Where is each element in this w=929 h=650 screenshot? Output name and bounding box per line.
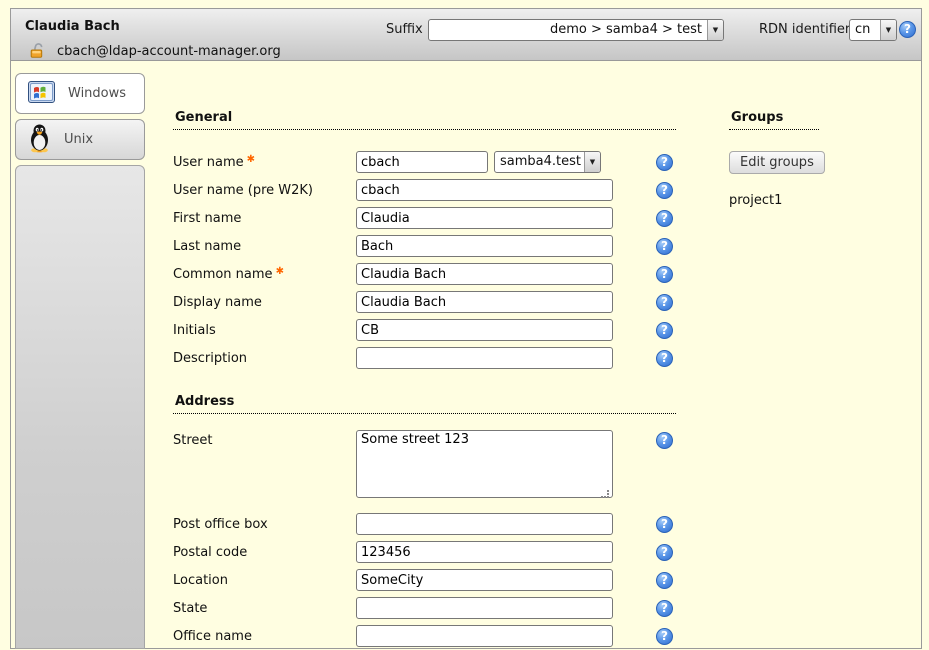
help-icon[interactable]: ? [656,628,673,645]
field-label: State [173,601,356,616]
rdn-identifier-label: RDN identifier [759,22,850,37]
unlocked-padlock-icon [29,42,46,63]
help-icon[interactable]: ? [656,600,673,617]
help-icon[interactable]: ? [656,432,673,449]
user-name-input[interactable] [356,151,488,173]
help-icon[interactable]: ? [656,266,673,283]
field-row-postal-code: Postal code ? [173,538,676,566]
body: Windows [11,62,921,648]
office-name-input[interactable] [356,625,613,647]
field-row-location: Location ? [173,566,676,594]
chevron-down-icon: ▼ [707,20,723,40]
windows-module-content: General User name✱ samba4.test ▼ ? User … [157,62,921,648]
account-dn: cbach@ldap-account-manager.org [57,44,281,59]
help-icon[interactable]: ? [656,350,673,367]
field-label: Last name [173,239,356,254]
help-icon[interactable]: ? [899,21,916,38]
common-name-input[interactable] [356,263,613,285]
field-label: Initials [173,323,356,338]
help-icon[interactable]: ? [656,210,673,227]
postal-code-input[interactable] [356,541,613,563]
field-row-common-name: Common name✱ ? [173,260,676,288]
help-icon[interactable]: ? [656,322,673,339]
help-icon[interactable]: ? [656,182,673,199]
tab-windows-label: Windows [68,86,126,101]
group-member: project1 [729,193,859,208]
field-row-office-name: Office name ? [173,622,676,650]
post-office-box-input[interactable] [356,513,613,535]
field-row-state: State ? [173,594,676,622]
windows-logo-icon [28,81,55,107]
initials-input[interactable] [356,319,613,341]
chevron-down-icon: ▼ [880,20,896,40]
help-icon[interactable]: ? [656,294,673,311]
suffix-label: Suffix [386,22,423,37]
help-icon[interactable]: ? [656,516,673,533]
display-name-input[interactable] [356,291,613,313]
account-title: Claudia Bach [25,19,120,34]
titlebar: Claudia Bach Suffix demo > samba4 > test… [11,9,921,61]
address-section-heading: Address [173,394,676,414]
field-row-display-name: Display name ? [173,288,676,316]
field-row-street: Street Some street 123 ? [173,430,676,510]
field-label: Location [173,573,356,588]
field-row-first-name: First name ? [173,204,676,232]
field-label: Office name [173,629,356,644]
street-textarea[interactable]: Some street 123 [356,430,613,498]
field-row-post-office-box: Post office box ? [173,510,676,538]
field-label: Common name✱ [173,266,356,282]
general-section-heading: General [173,110,676,130]
pre-w2k-input[interactable] [356,179,613,201]
rdn-select-value: cn [850,20,880,40]
field-label: Postal code [173,545,356,560]
help-icon[interactable]: ? [656,154,673,171]
tab-strip-filler [15,165,145,649]
help-icon[interactable]: ? [656,572,673,589]
last-name-input[interactable] [356,235,613,257]
field-row-user-name: User name✱ samba4.test ▼ ? [173,148,676,176]
tux-penguin-icon [28,123,51,157]
suffix-select-value: demo > samba4 > test [429,20,707,40]
help-icon[interactable]: ? [656,238,673,255]
rdn-select[interactable]: cn ▼ [849,19,897,41]
field-label: First name [173,211,356,226]
required-asterisk-icon: ✱ [247,154,255,165]
state-input[interactable] [356,597,613,619]
field-row-description: Description ? [173,344,676,372]
description-input[interactable] [356,347,613,369]
tab-windows[interactable]: Windows [15,73,145,114]
suffix-select[interactable]: demo > samba4 > test ▼ [428,19,724,41]
required-asterisk-icon: ✱ [276,266,284,277]
field-row-pre-w2k: User name (pre W2K) ? [173,176,676,204]
first-name-input[interactable] [356,207,613,229]
field-label: Post office box [173,517,356,532]
help-icon[interactable]: ? [656,544,673,561]
tab-unix[interactable]: Unix [15,119,145,160]
module-tabs: Windows [15,73,147,648]
domain-select-value: samba4.test [495,152,584,172]
groups-section-heading: Groups [729,110,819,130]
tab-unix-label: Unix [64,132,93,147]
field-label: Description [173,351,356,366]
field-label: User name (pre W2K) [173,183,356,198]
field-row-last-name: Last name ? [173,232,676,260]
location-input[interactable] [356,569,613,591]
groups-panel: Groups Edit groups project1 [729,110,859,208]
field-label: User name✱ [173,154,356,170]
domain-select[interactable]: samba4.test ▼ [494,151,601,173]
field-label: Street [173,430,356,448]
field-row-initials: Initials ? [173,316,676,344]
edit-groups-button[interactable]: Edit groups [729,151,825,174]
chevron-down-icon: ▼ [584,152,600,172]
account-edit-window: Claudia Bach Suffix demo > samba4 > test… [10,8,922,649]
field-label: Display name [173,295,356,310]
